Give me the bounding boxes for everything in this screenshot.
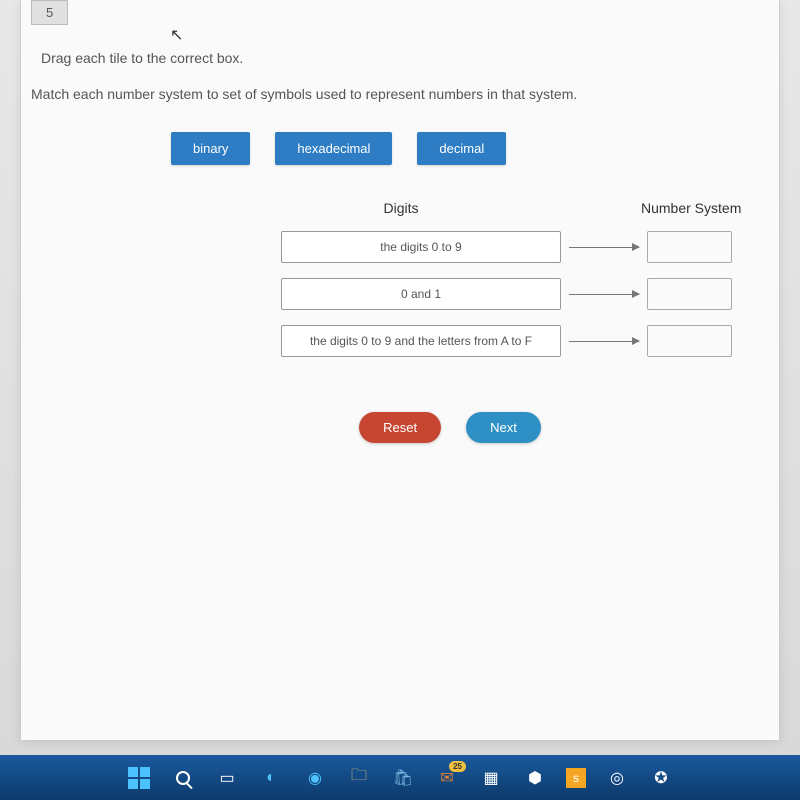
arrow-icon [569, 341, 639, 342]
app-icon-1[interactable]: ▦ [478, 765, 504, 791]
next-button[interactable]: Next [466, 412, 541, 443]
drop-target-1[interactable] [647, 231, 732, 263]
column-header-system: Number System [641, 200, 741, 216]
tile-binary[interactable]: binary [171, 132, 250, 165]
dropbox-icon[interactable]: ⬢ [522, 765, 548, 791]
edge-icon[interactable]: ◉ [302, 765, 328, 791]
mail-icon[interactable]: ✉ [434, 765, 460, 791]
store-icon[interactable]: 🛍 [390, 765, 416, 791]
start-icon[interactable] [126, 765, 152, 791]
windows-taskbar[interactable]: ▭ ◐ ◉ 🗀 🛍 ✉ ▦ ⬢ s ◎ ✪ [0, 755, 800, 800]
tile-decimal[interactable]: decimal [417, 132, 506, 165]
search-icon[interactable] [170, 765, 196, 791]
task-view-icon[interactable]: ▭ [214, 765, 240, 791]
digits-box-1: the digits 0 to 9 [281, 231, 561, 263]
app-icon-2[interactable]: s [566, 768, 586, 788]
quiz-content: 5 ↖ Drag each tile to the correct box. M… [20, 0, 780, 740]
tile-hexadecimal[interactable]: hexadecimal [275, 132, 392, 165]
matching-area: Digits Number System the digits 0 to 9 0… [21, 200, 779, 357]
match-row-3: the digits 0 to 9 and the letters from A… [281, 325, 779, 357]
file-explorer-icon[interactable]: 🗀 [346, 765, 372, 791]
instruction-primary: Drag each tile to the correct box. [41, 50, 779, 66]
app-icon-3[interactable]: ✪ [648, 765, 674, 791]
column-header-digits: Digits [281, 200, 521, 216]
chrome-icon[interactable]: ◎ [604, 765, 630, 791]
reset-button[interactable]: Reset [359, 412, 441, 443]
digits-box-3: the digits 0 to 9 and the letters from A… [281, 325, 561, 357]
draggable-tiles-row: binary hexadecimal decimal [171, 132, 779, 165]
digits-box-2: 0 and 1 [281, 278, 561, 310]
question-number-tab[interactable]: 5 [31, 0, 68, 25]
arrow-icon [569, 247, 639, 248]
widgets-icon[interactable]: ◐ [258, 765, 284, 791]
drop-target-2[interactable] [647, 278, 732, 310]
drop-target-3[interactable] [647, 325, 732, 357]
instruction-secondary: Match each number system to set of symbo… [31, 86, 779, 102]
action-buttons: Reset Next [121, 412, 779, 443]
match-row-2: 0 and 1 [281, 278, 779, 310]
match-row-1: the digits 0 to 9 [281, 231, 779, 263]
cursor-icon: ↖ [170, 25, 183, 45]
arrow-icon [569, 294, 639, 295]
